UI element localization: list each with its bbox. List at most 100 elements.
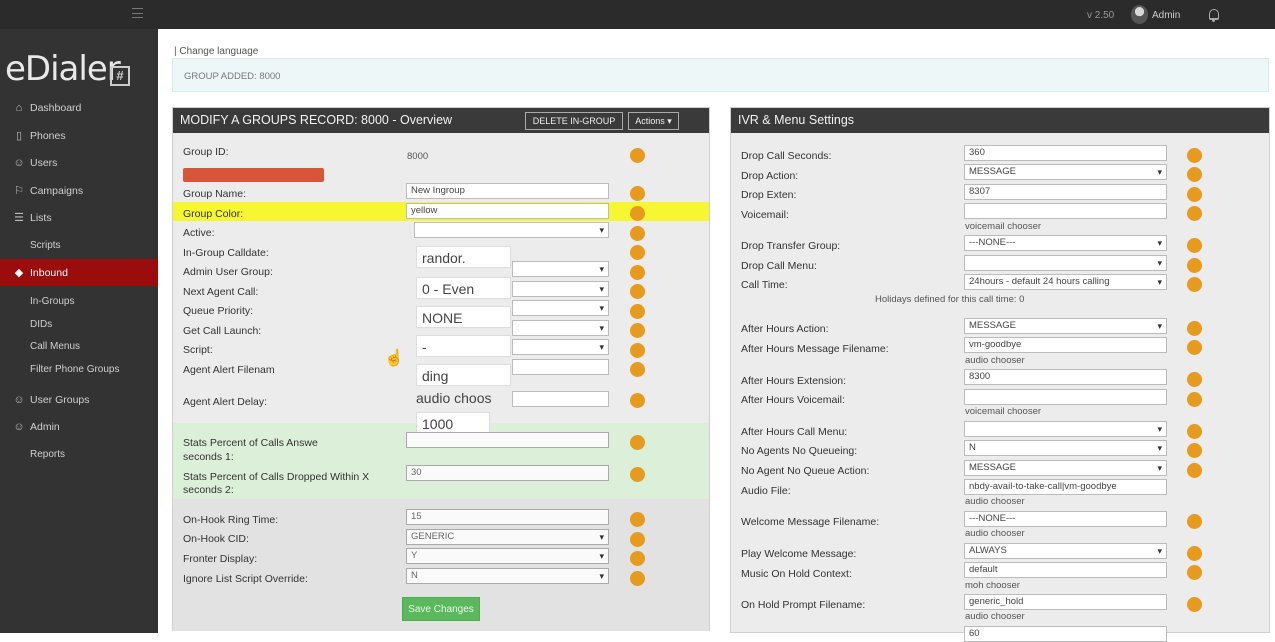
fronter-display-select[interactable]: Y — [406, 548, 609, 564]
help-icon[interactable] — [630, 245, 645, 260]
menu-icon[interactable] — [132, 8, 143, 18]
agent-alert-file-zoom[interactable]: ding — [416, 364, 511, 386]
help-icon[interactable] — [1187, 372, 1202, 387]
avatar[interactable] — [1131, 5, 1148, 24]
help-icon[interactable] — [1187, 565, 1202, 580]
sidebar-item-admin[interactable]: ☺ Admin — [0, 413, 158, 440]
next-field-input[interactable]: 60 — [964, 626, 1167, 642]
sidebar-item-dids[interactable]: DIDs — [0, 312, 158, 336]
agent-alert-file-input[interactable] — [512, 359, 609, 375]
delete-ingroup-button[interactable]: DELETE IN-GROUP — [525, 112, 623, 130]
audio-chooser-link[interactable]: audio chooser — [965, 528, 1025, 539]
drop-call-menu-select[interactable] — [964, 255, 1167, 271]
voicemail-input[interactable] — [964, 203, 1167, 219]
sidebar-item-scripts[interactable]: Scripts — [0, 232, 158, 259]
help-icon[interactable] — [1187, 206, 1202, 221]
play-welcome-message-select[interactable]: ALWAYS — [964, 543, 1167, 559]
help-icon[interactable] — [1187, 392, 1202, 407]
ignore-list-script-select[interactable]: N — [406, 568, 609, 584]
get-call-launch-select[interactable] — [512, 320, 609, 336]
queue-priority-select[interactable] — [512, 300, 609, 316]
sidebar-item-inbound[interactable]: ◆ Inbound — [0, 259, 158, 286]
sidebar-item-dashboard[interactable]: ⌂ Dashboard — [0, 94, 158, 121]
audio-chooser-link[interactable]: audio chooser — [965, 611, 1025, 622]
help-icon[interactable] — [1187, 340, 1202, 355]
user-name[interactable]: Admin — [1152, 10, 1180, 21]
sidebar-item-phones[interactable]: ▯ Phones — [0, 122, 158, 149]
drop-exten-input[interactable]: 8307 — [964, 184, 1167, 200]
music-on-hold-context-input[interactable]: default — [964, 562, 1167, 578]
voicemail-chooser-link[interactable]: voicemail chooser — [965, 406, 1041, 417]
help-icon[interactable] — [1187, 148, 1202, 163]
help-icon[interactable] — [630, 571, 645, 586]
help-icon[interactable] — [1187, 167, 1202, 182]
help-icon[interactable] — [630, 265, 645, 280]
help-icon[interactable] — [1187, 514, 1202, 529]
sidebar-item-campaigns[interactable]: ⚐ Campaigns — [0, 177, 158, 204]
agent-alert-delay-input[interactable] — [512, 391, 609, 407]
after-hours-message-input[interactable]: vm-goodbye — [964, 337, 1167, 353]
bell-icon[interactable] — [1209, 9, 1219, 22]
help-icon[interactable] — [630, 532, 645, 547]
sidebar-item-reports[interactable]: Reports — [0, 441, 158, 468]
sidebar-item-filter-phone-groups[interactable]: Filter Phone Groups — [0, 357, 158, 381]
audio-file-input[interactable]: nbdy-avail-to-take-call|vm-goodbye — [964, 479, 1167, 495]
script-select[interactable] — [512, 339, 609, 355]
on-hook-ring-time-input[interactable]: 15 — [406, 509, 609, 525]
help-icon[interactable] — [630, 206, 645, 221]
save-changes-button[interactable]: Save Changes — [402, 597, 480, 621]
drop-action-select[interactable]: MESSAGE — [964, 164, 1167, 180]
drop-call-seconds-input[interactable]: 360 — [964, 145, 1167, 161]
help-icon[interactable] — [630, 226, 645, 241]
help-icon[interactable] — [1187, 424, 1202, 439]
sidebar-item-users[interactable]: ☺ Users — [0, 149, 158, 176]
audio-chooser-link[interactable]: audio chooser — [965, 355, 1025, 366]
audio-chooser-link[interactable]: audio chooser — [965, 496, 1025, 507]
sidebar-item-in-groups[interactable]: In-Groups — [0, 289, 158, 313]
help-icon[interactable] — [630, 343, 645, 358]
help-icon[interactable] — [1187, 321, 1202, 336]
help-icon[interactable] — [630, 393, 645, 408]
ingroup-calldate-zoom[interactable]: randor. — [416, 246, 511, 268]
help-icon[interactable] — [1187, 258, 1202, 273]
after-hours-voicemail-input[interactable] — [964, 389, 1167, 405]
on-hook-cid-select[interactable]: GENERIC — [406, 529, 609, 545]
call-time-select[interactable]: 24hours - default 24 hours calling — [964, 274, 1167, 290]
admin-user-group-select[interactable] — [512, 261, 609, 277]
after-hours-action-select[interactable]: MESSAGE — [964, 318, 1167, 334]
next-agent-call-zoom[interactable]: 0 - Even — [416, 277, 511, 299]
drop-transfer-group-select[interactable]: ---NONE--- — [964, 235, 1167, 251]
queue-priority-zoom[interactable]: NONE — [416, 306, 511, 328]
sidebar-item-call-menus[interactable]: Call Menus — [0, 334, 158, 358]
help-icon[interactable] — [630, 362, 645, 377]
help-icon[interactable] — [1187, 463, 1202, 478]
sidebar-item-user-groups[interactable]: ☺ User Groups — [0, 386, 158, 413]
help-icon[interactable] — [1187, 443, 1202, 458]
change-language-link[interactable]: | Change language — [174, 46, 258, 57]
help-icon[interactable] — [1187, 597, 1202, 612]
help-icon[interactable] — [1187, 238, 1202, 253]
script-zoom[interactable]: - — [416, 335, 511, 357]
voicemail-chooser-link[interactable]: voicemail chooser — [965, 221, 1041, 232]
active-select[interactable] — [414, 222, 609, 238]
no-agent-no-queue-action-select[interactable]: MESSAGE — [964, 460, 1167, 476]
help-icon[interactable] — [630, 304, 645, 319]
help-icon[interactable] — [630, 186, 645, 201]
help-icon[interactable] — [630, 323, 645, 338]
agent-alert-delay-zoom[interactable]: 1000 — [416, 412, 490, 434]
help-icon[interactable] — [1187, 187, 1202, 202]
stats-answered-input[interactable] — [406, 432, 609, 448]
help-icon[interactable] — [630, 467, 645, 482]
stats-dropped-input[interactable]: 30 — [406, 465, 609, 481]
help-icon[interactable] — [1187, 277, 1202, 292]
after-hours-call-menu-select[interactable] — [964, 421, 1167, 437]
group-color-input[interactable]: yellow — [406, 203, 609, 219]
sidebar-item-lists[interactable]: ☰ Lists — [0, 204, 158, 231]
no-agents-no-queueing-select[interactable]: N — [964, 440, 1167, 456]
welcome-message-filename-input[interactable]: ---NONE--- — [964, 511, 1167, 527]
group-name-input[interactable]: New Ingroup — [406, 183, 609, 199]
on-hold-prompt-filename-input[interactable]: generic_hold — [964, 594, 1167, 610]
help-icon[interactable] — [630, 435, 645, 450]
help-icon[interactable] — [630, 551, 645, 566]
actions-dropdown-button[interactable]: Actions ▾ — [628, 112, 679, 130]
